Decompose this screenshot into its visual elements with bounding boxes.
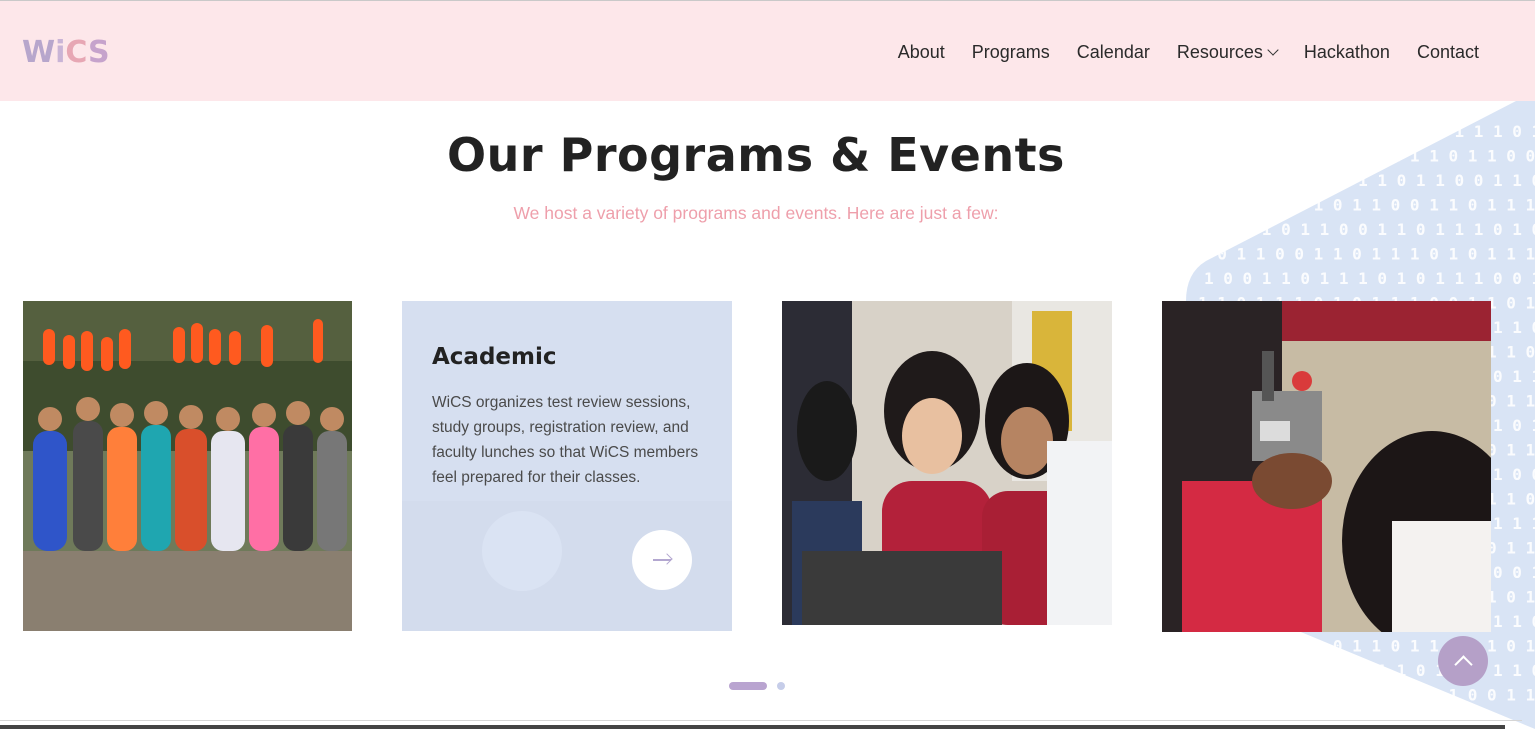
robot-kit-photo — [1162, 301, 1491, 632]
page-title: Our Programs & Events — [447, 128, 1065, 182]
svg-text:0 0 1 1 0 1 1 1 0 1 0 1 1 1 0: 0 0 1 1 0 1 1 1 0 1 0 1 1 1 0 0 1 1 0 1 … — [1198, 686, 1535, 705]
students-at-computer-photo — [782, 301, 1112, 625]
nav-calendar[interactable]: Calendar — [1077, 39, 1150, 65]
nav-resources-label: Resources — [1176, 41, 1263, 62]
nav-about[interactable]: About — [898, 39, 945, 65]
carousel-pagination — [729, 682, 785, 690]
svg-text:1 0 1 1 0 0 1 1 0 1 1 1 0 1 0: 1 0 1 1 0 0 1 1 0 1 1 1 0 1 0 1 1 1 0 0 … — [1198, 245, 1535, 264]
nav-contact[interactable]: Contact — [1417, 39, 1479, 65]
pagination-dot[interactable] — [777, 682, 785, 690]
nav-hackathon[interactable]: Hackathon — [1304, 39, 1390, 65]
back-to-top-button[interactable] — [1438, 636, 1488, 686]
academic-card-overlay: Academic WiCS organizes test review sess… — [402, 301, 732, 631]
page-subtitle: We host a variety of programs and events… — [513, 203, 999, 223]
program-card-photo-group[interactable] — [23, 301, 352, 631]
card-title: Academic — [432, 344, 557, 370]
nav-programs[interactable]: Programs — [972, 39, 1050, 65]
card-arrow-button[interactable] — [632, 530, 692, 590]
divider — [0, 720, 1522, 721]
pagination-dot-active[interactable] — [729, 682, 767, 690]
arrow-right-icon — [653, 553, 673, 565]
wics-logo[interactable]: WiCS — [22, 35, 110, 70]
svg-text:1 0 0 1 1 0 1 1 1 0 1 0 1 1 1: 1 0 0 1 1 0 1 1 1 0 1 0 1 1 1 0 0 1 1 0 … — [1204, 269, 1535, 288]
nav-resources[interactable]: Resources — [1176, 39, 1279, 65]
card-description: WiCS organizes test review sessions, stu… — [432, 394, 699, 486]
program-card-photo-students[interactable] — [782, 301, 1112, 625]
chevron-up-icon — [1453, 654, 1473, 674]
main-nav: About Programs Calendar Resources Hackat… — [871, 39, 1479, 65]
program-card-academic[interactable]: Academic WiCS organizes test review sess… — [402, 301, 732, 631]
program-card-photo-robot[interactable] — [1162, 301, 1491, 632]
site-header: WiCS About Programs Calendar Resources H… — [0, 0, 1535, 101]
chevron-down-icon — [1267, 43, 1279, 56]
group-kayak-paddles-photo — [23, 301, 352, 631]
bottom-bar — [0, 725, 1505, 729]
